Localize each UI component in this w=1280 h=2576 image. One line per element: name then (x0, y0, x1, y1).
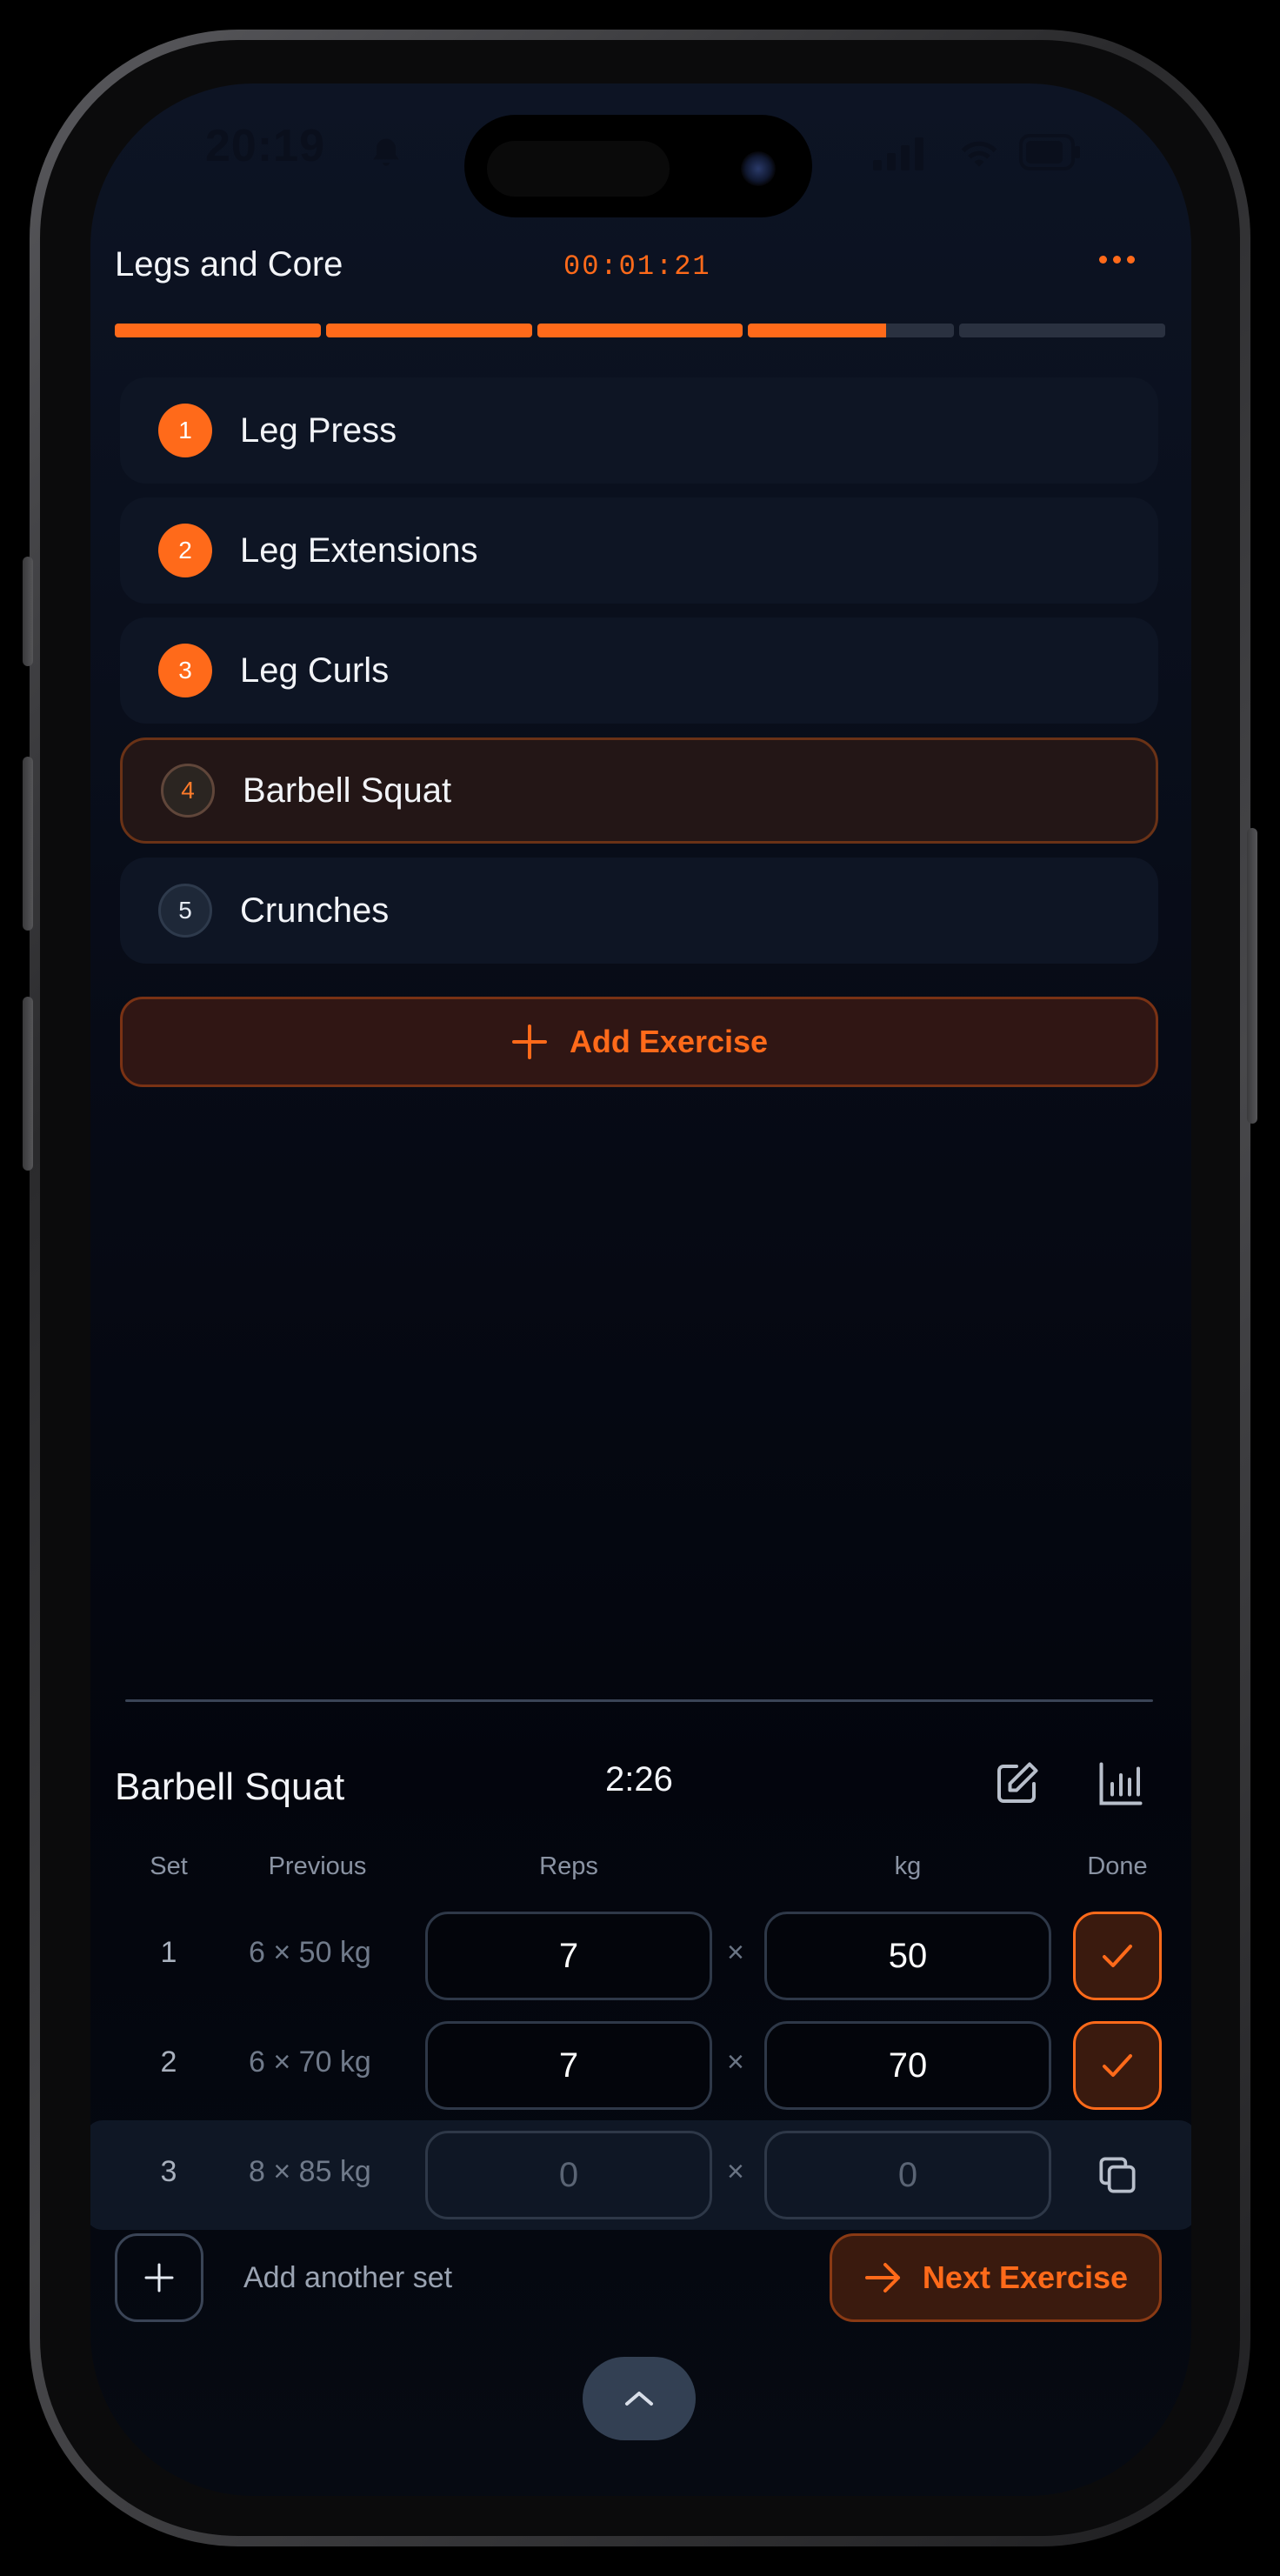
weight-input[interactable]: 0 (764, 2131, 1051, 2219)
exercise-number-badge: 2 (158, 524, 212, 577)
progress-segment (325, 324, 532, 337)
reps-input[interactable]: 0 (425, 2131, 712, 2219)
previous-set-value: 6 × 70 kg (249, 2045, 371, 2079)
next-exercise-label: Next Exercise (922, 2259, 1129, 2295)
add-exercise-label: Add Exercise (569, 1024, 769, 1059)
exercise-number-badge: 1 (158, 404, 212, 457)
wifi-icon (960, 137, 998, 175)
screen: 20:19 Legs and Core 00:01:21 1 Leg Press 2… (90, 83, 1191, 2496)
workout-title: Legs and Core (115, 245, 343, 284)
reps-input[interactable]: 7 (425, 2021, 712, 2110)
copy-icon (1099, 2157, 1136, 2193)
battery-icon (1019, 132, 1082, 177)
arrow-right-icon (864, 2263, 900, 2292)
exercise-name: Crunches (240, 891, 390, 930)
set-done-button[interactable] (1073, 2021, 1162, 2110)
exercise-row[interactable]: 2 Leg Extensions (120, 497, 1158, 604)
cellular-signal-icon (873, 137, 925, 175)
exercise-name: Barbell Squat (243, 771, 452, 810)
volume-down-button (23, 997, 33, 1171)
checkmark-icon (1103, 1945, 1132, 1967)
previous-set-value: 8 × 85 kg (249, 2155, 371, 2188)
progress-segment (537, 324, 743, 337)
exercise-name: Leg Extensions (240, 531, 478, 570)
collapse-sheet-button[interactable] (583, 2357, 696, 2440)
column-header-previous: Previous (268, 1852, 367, 1880)
progress-segment-fill (325, 324, 532, 337)
volume-up-button (23, 757, 33, 931)
set-row: 1 6 × 50 kg 7 × 50 (90, 1901, 1191, 2011)
progress-segment (959, 324, 1165, 337)
column-header-done: Done (1087, 1852, 1148, 1880)
next-exercise-button[interactable]: Next Exercise (830, 2233, 1162, 2322)
plus-icon (144, 2263, 174, 2292)
add-set-button[interactable] (115, 2233, 203, 2322)
progress-segment-fill (537, 324, 743, 337)
exercise-name: Leg Press (240, 410, 397, 450)
checkmark-icon (1103, 2054, 1132, 2077)
add-exercise-button[interactable]: Add Exercise (120, 997, 1158, 1087)
more-options-button[interactable] (1089, 242, 1144, 277)
weight-input[interactable]: 70 (764, 2021, 1051, 2110)
column-header-reps: Reps (539, 1852, 598, 1880)
weight-input[interactable]: 50 (764, 1912, 1051, 2000)
status-time: 20:19 (205, 121, 325, 171)
chevron-up-icon (625, 2392, 653, 2406)
exercise-row[interactable]: 4 Barbell Squat (120, 737, 1158, 844)
stats-button[interactable] (1090, 1753, 1151, 1814)
progress-segment (748, 324, 955, 337)
set-number: 1 (160, 1936, 177, 1969)
dynamic-island-activity (487, 141, 670, 197)
column-header-set: Set (150, 1852, 188, 1880)
plus-icon (511, 1024, 547, 1059)
previous-set-value: 6 × 50 kg (249, 1936, 371, 1969)
set-row: 2 6 × 70 kg 7 × 70 (90, 2011, 1191, 2120)
workout-progress-bar (115, 324, 1165, 337)
front-camera (741, 151, 776, 186)
bar-chart-icon (1099, 1762, 1143, 1805)
progress-segment (115, 324, 321, 337)
more-dot-icon (1126, 255, 1135, 264)
action-button (23, 557, 33, 666)
set-number: 3 (160, 2155, 177, 2188)
more-dot-icon (1112, 255, 1121, 264)
edit-button[interactable] (986, 1753, 1047, 1814)
sheet-divider (125, 1699, 1153, 1702)
times-symbol: × (727, 2045, 744, 2079)
times-symbol: × (727, 2155, 744, 2188)
rest-timer: 2:26 (605, 1760, 673, 1799)
power-button (1247, 828, 1257, 1124)
column-header-kg: kg (894, 1852, 922, 1880)
exercise-number-badge: 3 (158, 644, 212, 697)
exercise-row[interactable]: 3 Leg Curls (120, 617, 1158, 724)
workout-timer: 00:01:21 (563, 250, 711, 283)
current-exercise-title: Barbell Squat (115, 1765, 345, 1808)
more-dot-icon (1098, 255, 1107, 264)
progress-segment-fill (115, 324, 321, 337)
set-row: 3 8 × 85 kg 0 × 0 (90, 2120, 1191, 2230)
exercise-number-badge: 5 (158, 884, 212, 938)
silent-bell-icon (367, 134, 405, 177)
times-symbol: × (727, 1936, 744, 1969)
edit-icon (997, 1762, 1038, 1803)
exercise-number-badge: 4 (161, 764, 215, 818)
exercise-row[interactable]: 5 Crunches (120, 858, 1158, 964)
exercise-name: Leg Curls (240, 651, 390, 690)
copy-previous-button[interactable] (1073, 2131, 1162, 2219)
progress-segment-fill (748, 324, 887, 337)
reps-input[interactable]: 7 (425, 1912, 712, 2000)
set-done-button[interactable] (1073, 1912, 1162, 2000)
add-set-label[interactable]: Add another set (243, 2261, 452, 2295)
set-number: 2 (160, 2045, 177, 2079)
exercise-row[interactable]: 1 Leg Press (120, 377, 1158, 484)
